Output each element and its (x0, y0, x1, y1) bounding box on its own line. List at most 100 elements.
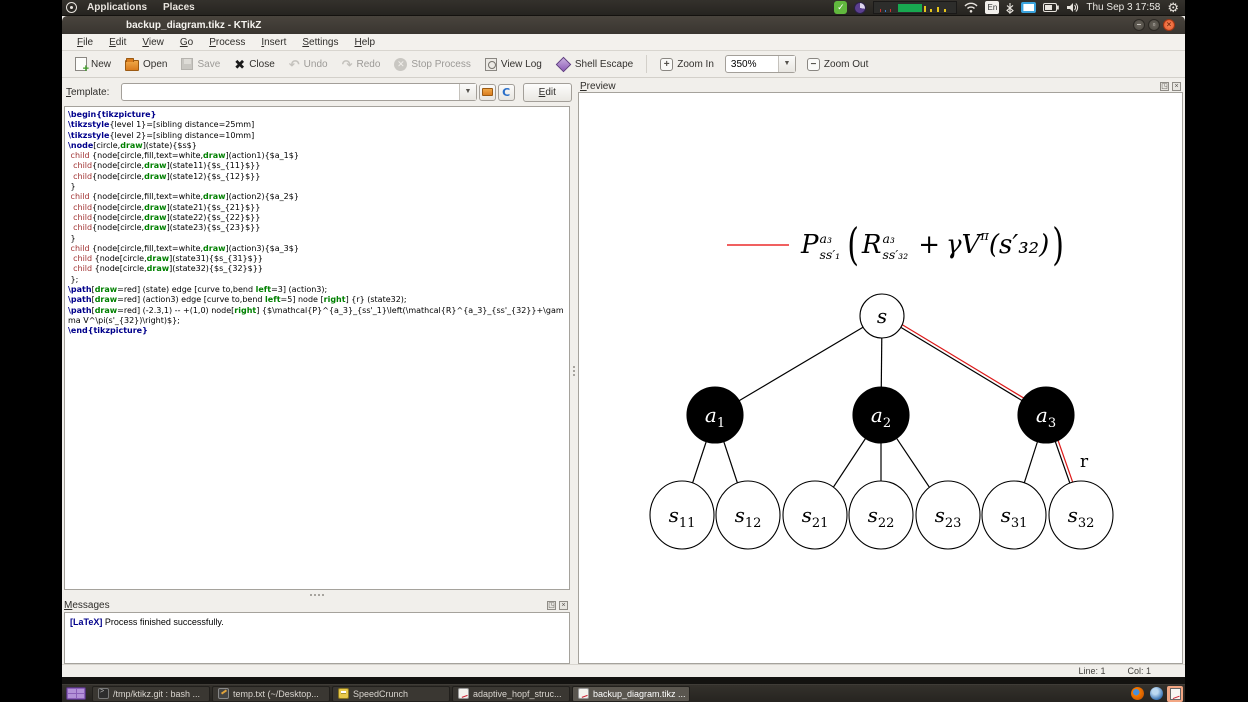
browse-folder-icon (481, 88, 493, 96)
app-tray-icon[interactable] (1148, 686, 1164, 702)
zoom-out-icon: − (806, 57, 820, 71)
distro-logo-icon (66, 2, 77, 13)
menubar: File Edit View Go Process Insert Setting… (62, 34, 1185, 51)
stop-process-button[interactable]: ✕ Stop Process (389, 55, 475, 74)
mail-icon[interactable] (1021, 2, 1037, 13)
redo-button[interactable]: ↷ Redo (337, 55, 386, 74)
shell-escape-icon (555, 56, 572, 72)
preview-header: Preview ◳ × (580, 80, 1183, 92)
close-window-button[interactable]: × (1163, 19, 1175, 31)
taskbar-button[interactable]: backup_diagram.tikz ... (572, 685, 690, 702)
undo-icon: ↶ (288, 56, 300, 72)
menu-view[interactable]: View (135, 36, 171, 49)
wifi-icon[interactable] (964, 2, 978, 13)
reload-icon: C (502, 85, 511, 99)
zoom-combo-arrow[interactable]: ▼ (777, 56, 795, 72)
taskbar-button[interactable]: /tmp/ktikz.git : bash ... (92, 685, 210, 702)
template-edit-button[interactable]: Edit (522, 82, 572, 102)
menu-insert[interactable]: Insert (254, 36, 293, 49)
zoom-in-icon: + (660, 57, 674, 71)
latex-message: Process finished successfully. (102, 617, 224, 627)
statusbar: Line: 1 Col: 1 (62, 664, 1185, 677)
zoom-in-button[interactable]: + Zoom In (655, 55, 719, 74)
ktikz-icon (458, 688, 469, 699)
top-panel: Applications Places ✓ En Thu Sep 3 17:58… (62, 0, 1185, 16)
taskbar-button[interactable]: adaptive_hopf_struc... (452, 685, 570, 702)
taskbar-window-list: /tmp/ktikz.git : bash ...temp.txt (~/Des… (92, 685, 690, 702)
latex-tag: [LaTeX] (70, 617, 103, 627)
menu-settings[interactable]: Settings (295, 36, 345, 49)
preview-canvas[interactable]: P a₃ ss′₁ ( R a₃ ss′₃₂ + γ V π (s′₃₂) ) sa… (578, 92, 1183, 664)
session-gear-icon[interactable]: ⚙ (1167, 1, 1179, 14)
open-button[interactable]: Open (120, 55, 172, 74)
desktop-stage: Applications Places ✓ En Thu Sep 3 17:58… (0, 0, 1248, 702)
code-editor[interactable]: \begin{tikzpicture} \tikzstyle{level 1}=[… (64, 106, 570, 590)
redo-icon: ↷ (341, 56, 353, 72)
messages-log[interactable]: [LaTeX] Process finished successfully. (64, 612, 570, 664)
open-folder-icon (125, 57, 140, 71)
toolbar: New Open Save ✖Close ↶Undo ↷Redo ✕Stop P… (62, 51, 1185, 78)
messages-close-icon[interactable]: × (559, 601, 568, 610)
zoom-out-button[interactable]: − Zoom Out (802, 55, 873, 74)
zoom-level-combo[interactable]: ▼ (724, 55, 796, 73)
messages-header: Messages ◳ × (64, 599, 570, 612)
firefox-tray-icon[interactable] (1129, 686, 1145, 702)
updates-ok-icon[interactable]: ✓ (834, 1, 848, 14)
editor-preview-splitter[interactable] (570, 78, 578, 664)
svg-text:s: s (877, 304, 887, 328)
template-reload-button[interactable]: C (497, 83, 515, 101)
bluetooth-icon[interactable] (1006, 2, 1015, 14)
close-file-icon: ✖ (234, 56, 246, 72)
preview-close-icon[interactable]: × (1172, 81, 1181, 91)
battery-icon[interactable] (1043, 3, 1060, 12)
time-tracker-icon[interactable] (854, 1, 867, 14)
template-browse-button[interactable] (478, 83, 496, 101)
ktikz-icon (578, 688, 589, 699)
template-combo-arrow[interactable]: ▼ (458, 84, 476, 100)
clock[interactable]: Thu Sep 3 17:58 (1086, 2, 1160, 13)
template-combo[interactable]: ▼ (121, 83, 477, 101)
menu-file[interactable]: File (70, 36, 100, 49)
ktikz-tray-icon[interactable] (1167, 685, 1183, 702)
diagram-svg: sa1 a2 a3s11 s12 s21 s22 s23 s31 s32r (649, 293, 1114, 550)
shell-escape-button[interactable]: Shell Escape (551, 55, 638, 74)
close-button[interactable]: ✖ Close (229, 55, 279, 74)
new-button[interactable]: New (70, 54, 116, 75)
menu-process[interactable]: Process (202, 36, 252, 49)
applications-menu[interactable]: Applications (81, 1, 153, 14)
view-log-icon (484, 57, 497, 71)
volume-icon[interactable] (1066, 2, 1079, 13)
preview-float-icon[interactable]: ◳ (1160, 81, 1169, 91)
workspace-switcher[interactable] (66, 687, 86, 700)
messages-title: Messages (64, 600, 110, 611)
system-monitor-graph[interactable] (873, 1, 958, 14)
template-label: Template: (66, 86, 110, 98)
ktikz-window: backup_diagram.tikz - KTikZ – ▫ × File E… (62, 16, 1185, 677)
minimize-button[interactable]: – (1133, 19, 1145, 31)
calculator-icon (338, 688, 349, 699)
messages-float-icon[interactable]: ◳ (547, 601, 556, 610)
window-titlebar[interactable]: backup_diagram.tikz - KTikZ – ▫ × (62, 16, 1185, 34)
maximize-button[interactable]: ▫ (1148, 19, 1160, 31)
terminal-icon (98, 688, 109, 699)
toolbar-separator (646, 55, 648, 73)
screen: Applications Places ✓ En Thu Sep 3 17:58… (62, 0, 1185, 702)
editor-messages-splitter[interactable] (64, 590, 570, 599)
taskbar-button[interactable]: SpeedCrunch (332, 685, 450, 702)
view-log-button[interactable]: View Log (480, 55, 547, 74)
menu-help[interactable]: Help (348, 36, 383, 49)
menu-go[interactable]: Go (173, 36, 200, 49)
desktop-gap (62, 677, 1185, 684)
svg-text:r: r (1080, 452, 1089, 472)
undo-button[interactable]: ↶ Undo (284, 55, 333, 74)
zoom-level-input[interactable] (725, 58, 778, 70)
save-button[interactable]: Save (176, 55, 225, 73)
menu-edit[interactable]: Edit (102, 36, 133, 49)
template-input[interactable] (122, 86, 459, 98)
new-file-icon (75, 57, 89, 75)
taskbar-button[interactable]: temp.txt (~/Desktop... (212, 685, 330, 702)
places-menu[interactable]: Places (157, 1, 201, 14)
stop-icon: ✕ (394, 57, 408, 71)
bottom-panel: /tmp/ktikz.git : bash ...temp.txt (~/Des… (62, 684, 1185, 702)
keyboard-layout-indicator[interactable]: En (985, 1, 1000, 14)
